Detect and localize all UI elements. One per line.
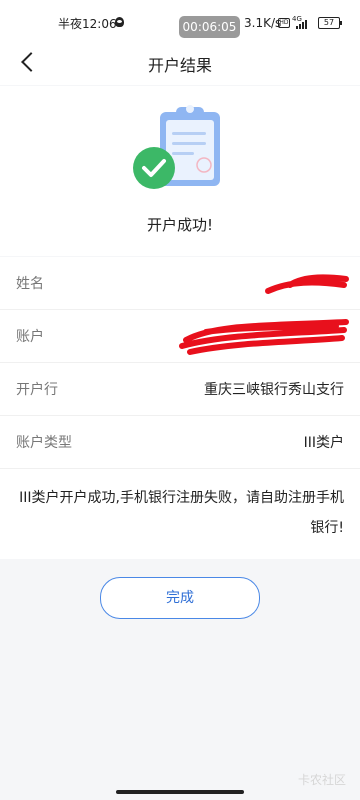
result-hero: 开户成功! — [0, 86, 360, 256]
success-illustration — [133, 105, 220, 189]
page-title: 开户结果 — [147, 56, 212, 75]
registration-notice: III类户开户成功,手机银行注册失败，请自助注册手机银行! — [19, 490, 344, 536]
bank-label: 开户行 — [16, 382, 58, 398]
watermark: 卡农社区 — [297, 773, 346, 787]
battery-icon: 57 — [318, 17, 342, 29]
name-label: 姓名 — [16, 276, 44, 292]
signal-icon — [296, 19, 310, 29]
type-value: III类户 — [303, 435, 344, 451]
bank-value: 重庆三峡银行秀山支行 — [204, 382, 344, 398]
account-info-list: 姓名 账户 开户行 重庆三峡银行秀山支行 账户类型 III类户 III类户开户成… — [0, 257, 360, 559]
nav-bar: 开户结果 — [0, 40, 360, 85]
status-bar: 半夜12:06 00:06:05 3.1K/s HD 4G 57 — [0, 0, 360, 40]
info-row-bank: 开户行 重庆三峡银行秀山支行 — [0, 363, 360, 416]
result-message: 开户成功! — [146, 216, 213, 234]
network-speed: 3.1K/s — [244, 16, 282, 30]
account-label: 账户 — [16, 329, 44, 345]
info-row-account: 账户 — [0, 310, 360, 363]
home-indicator — [116, 790, 244, 794]
qq-icon — [115, 17, 124, 27]
info-row-type: 账户类型 III类户 — [0, 416, 360, 469]
name-redaction — [265, 274, 349, 294]
status-time: 半夜12:06 — [58, 17, 117, 31]
account-redaction — [179, 319, 349, 355]
hd-badge: HD — [278, 18, 290, 28]
type-label: 账户类型 — [16, 435, 72, 451]
recording-timer: 00:06:05 — [179, 16, 240, 38]
done-button[interactable]: 完成 — [100, 577, 260, 619]
info-row-name: 姓名 — [0, 257, 360, 310]
